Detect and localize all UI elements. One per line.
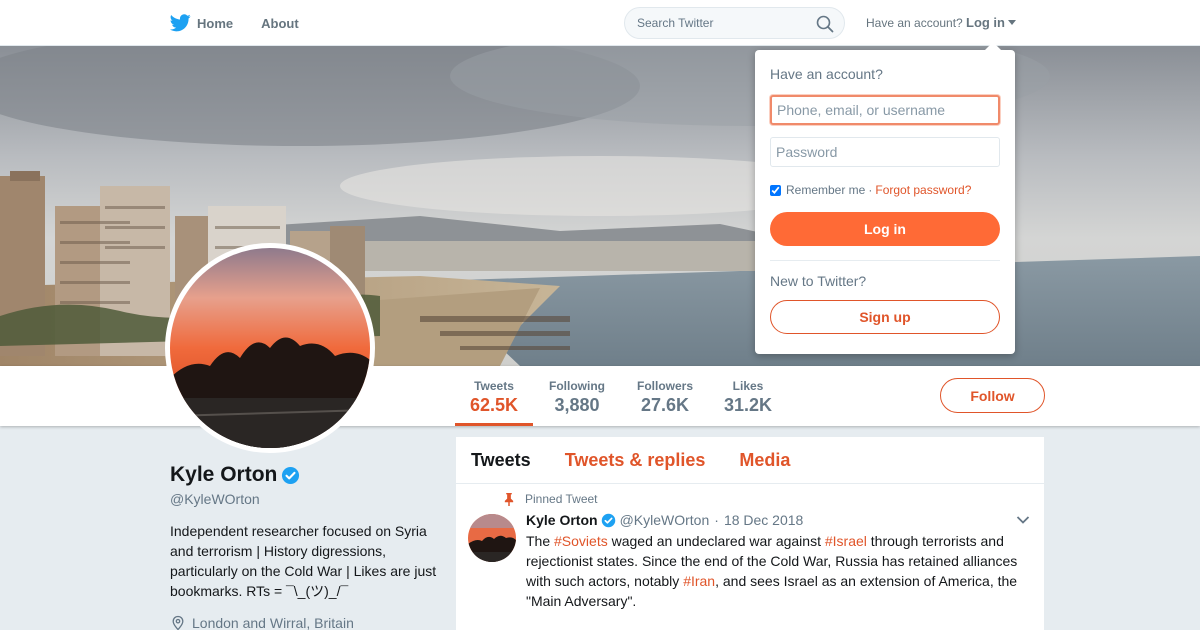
search-icon[interactable]	[816, 15, 834, 33]
profile-location: London and Wirral, Britain	[170, 615, 354, 630]
stat-label: Tweets	[474, 379, 514, 393]
stat-value: 31.2K	[723, 395, 773, 415]
stat-label: Likes	[732, 379, 764, 393]
verified-badge-icon	[282, 466, 300, 484]
timeline: Tweets Tweets & replies Media Pinned Twe…	[456, 437, 1044, 630]
avatar[interactable]	[165, 243, 375, 453]
nav-about-link[interactable]: About	[261, 16, 299, 31]
verified-badge-icon	[601, 513, 615, 527]
caret-down-icon	[1008, 20, 1016, 25]
separator-dot: ·	[868, 183, 873, 197]
hashtag-link[interactable]: #Israel	[825, 533, 867, 549]
top-nav: Home About Have an account? Log in	[0, 0, 1200, 46]
hashtag-link[interactable]: #Soviets	[554, 533, 608, 549]
nav-home-label: Home	[197, 15, 234, 31]
tweet-date[interactable]: 18 Dec 2018	[724, 512, 803, 528]
profile-name[interactable]: Kyle Orton	[170, 463, 300, 487]
signup-button[interactable]: Sign up	[770, 300, 1000, 334]
password-field[interactable]	[770, 137, 1000, 167]
remember-row: Remember me · Forgot password?	[770, 183, 971, 197]
profile-handle[interactable]: @KyleWOrton	[170, 491, 260, 507]
profile-bio: Independent researcher focused on Syria …	[170, 523, 437, 599]
search-box[interactable]	[624, 7, 845, 39]
login-dropdown-toggle[interactable]: Log in	[966, 15, 1016, 30]
location-text: London and Wirral, Britain	[192, 615, 354, 630]
tab-tweets-replies[interactable]: Tweets & replies	[565, 450, 706, 471]
tab-media[interactable]: Media	[739, 450, 790, 471]
dropdown-title: Have an account?	[770, 66, 883, 82]
stat-label: Followers	[636, 379, 693, 393]
login-dropdown: Have an account? Remember me · Forgot pa…	[755, 42, 1015, 354]
tweet-text: The #Soviets waged an undeclared war aga…	[526, 531, 1026, 611]
stat-likes[interactable]: Likes 31.2K	[718, 366, 778, 426]
tweet-header: Kyle Orton @KyleWOrton · 18 Dec 2018	[526, 512, 803, 528]
nav-links: Home About	[170, 0, 299, 46]
separator-dot: ·	[714, 512, 719, 528]
tweet-text-segment: The	[526, 533, 555, 549]
stat-tweets[interactable]: Tweets 62.5K	[455, 366, 533, 426]
pinned-tweet-text: Pinned Tweet	[525, 492, 598, 506]
profile-name-text: Kyle Orton	[170, 463, 278, 486]
pinned-tweet-label: Pinned Tweet	[503, 492, 598, 506]
stat-value: 62.5K	[469, 395, 519, 415]
tweet-author-name[interactable]: Kyle Orton	[526, 512, 598, 528]
username-field[interactable]	[770, 95, 1000, 125]
stat-label: Following	[549, 379, 605, 393]
have-account-text: Have an account?	[866, 16, 963, 30]
tab-tweets[interactable]: Tweets	[471, 450, 531, 471]
remember-me-checkbox[interactable]	[770, 184, 781, 196]
stat-value: 3,880	[554, 395, 600, 415]
stat-followers[interactable]: Followers 27.6K	[629, 366, 701, 426]
pin-icon	[504, 492, 514, 506]
forgot-password-link[interactable]: Forgot password?	[875, 183, 971, 197]
divider	[770, 260, 1000, 261]
tweet-avatar[interactable]	[468, 514, 516, 562]
new-to-twitter-text: New to Twitter?	[770, 273, 867, 289]
tweet-text-segment: waged an undeclared war against	[607, 533, 825, 549]
login-link-label: Log in	[966, 15, 1005, 30]
hashtag-link[interactable]: #Iran	[683, 573, 715, 589]
stat-following[interactable]: Following 3,880	[540, 366, 614, 426]
location-pin-icon	[172, 615, 184, 630]
login-button[interactable]: Log in	[770, 212, 1000, 246]
timeline-tabs: Tweets Tweets & replies Media	[456, 437, 1044, 484]
chevron-down-icon[interactable]	[1016, 515, 1030, 525]
remember-me-label[interactable]: Remember me	[786, 183, 865, 197]
follow-button[interactable]: Follow	[940, 378, 1045, 413]
search-input[interactable]	[637, 16, 807, 30]
nav-home-link[interactable]: Home	[170, 14, 233, 32]
twitter-bird-icon	[170, 14, 191, 32]
tweet-author-handle[interactable]: @KyleWOrton	[620, 512, 710, 528]
stat-value: 27.6K	[640, 395, 690, 415]
